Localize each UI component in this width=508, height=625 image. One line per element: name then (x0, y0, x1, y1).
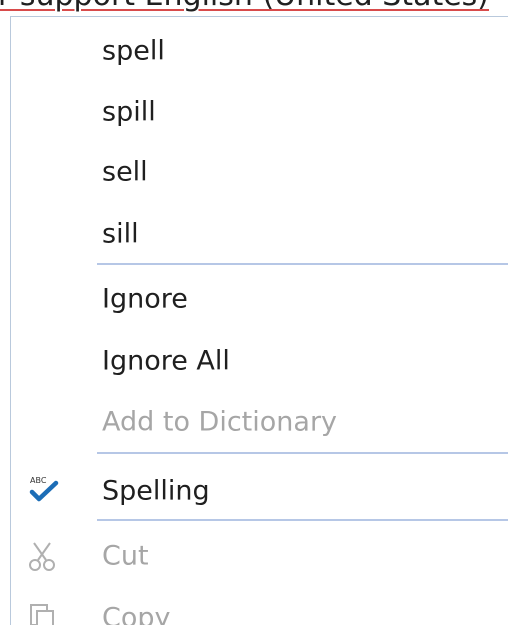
copy-icon (30, 604, 54, 625)
suggestion-spill[interactable]: spill (11, 81, 508, 143)
menu-item-label: Cut (102, 540, 149, 572)
menu-item-label: spill (102, 96, 156, 128)
menu-item-label: Add to Dictionary (102, 406, 338, 438)
ignore-item[interactable]: Ignore (11, 268, 508, 330)
ignore-all-item[interactable]: Ignore All (11, 330, 508, 392)
menu-item-label: Spelling (102, 475, 210, 507)
menu-item-label: sill (102, 218, 139, 250)
svg-text:ABC: ABC (30, 476, 47, 485)
copy-item: Copy (11, 587, 508, 625)
screen: r support English (United States) spell … (0, 0, 508, 625)
abc-spellcheck-icon: ABC (29, 476, 59, 502)
menu-item-label: spell (102, 35, 165, 67)
document-text: r support English (United States) (0, 0, 489, 13)
suggestion-sill[interactable]: sill (11, 203, 508, 265)
spelling-item[interactable]: ABC Spelling (11, 460, 508, 522)
menu-separator (97, 452, 508, 454)
suggestion-spell[interactable]: spell (11, 20, 508, 82)
add-to-dictionary-item: Add to Dictionary (11, 391, 508, 453)
menu-item-label: sell (102, 156, 148, 188)
menu-item-label: Ignore All (102, 345, 230, 377)
suggestion-sell[interactable]: sell (11, 141, 508, 203)
menu-separator (97, 519, 508, 521)
scissors-icon (29, 542, 55, 571)
menu-item-label: Ignore (102, 283, 188, 315)
cut-item: Cut (11, 525, 508, 587)
menu-item-label: Copy (102, 602, 171, 625)
menu-separator (97, 263, 508, 265)
context-menu: spell spill sell sill Ignore Ignore All … (10, 16, 508, 625)
